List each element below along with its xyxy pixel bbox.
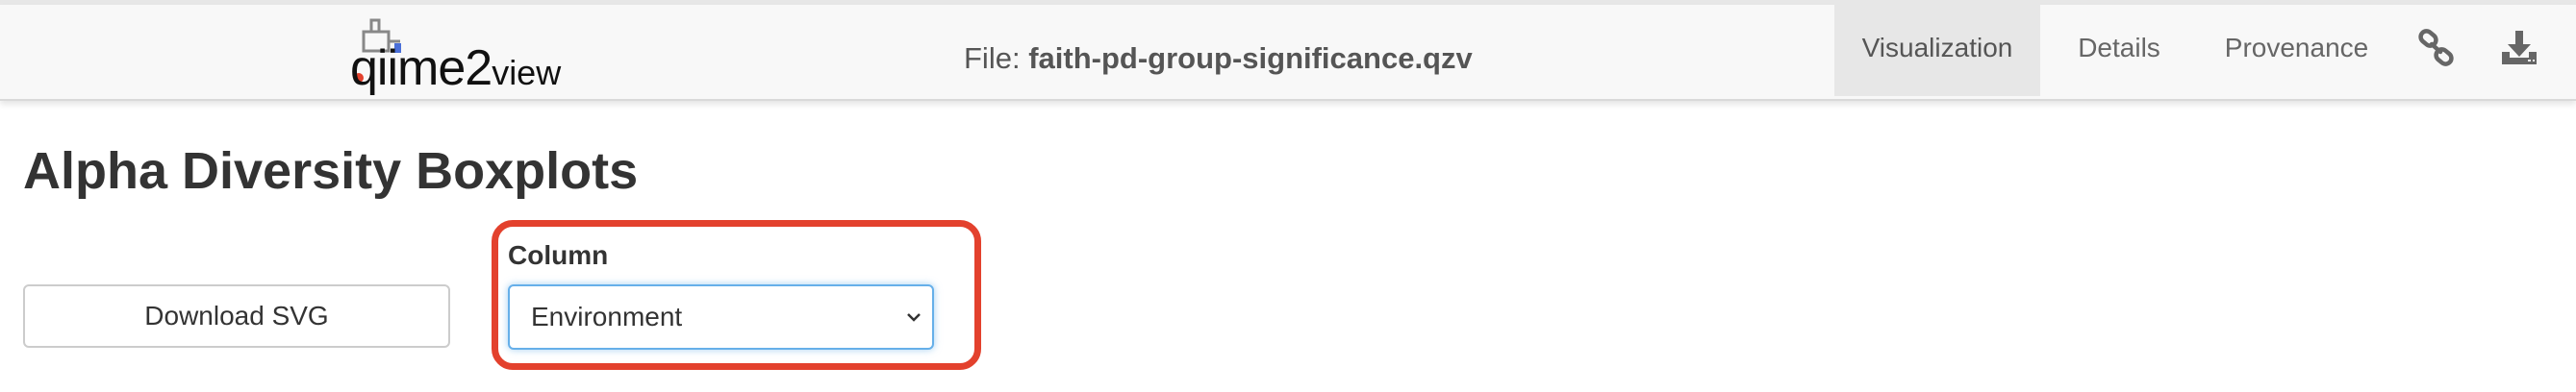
file-title: File: faith-pd-group-significance.qzv xyxy=(964,41,1473,76)
link-icon xyxy=(2418,29,2454,66)
page: qiime2view File: faith-pd-group-signific… xyxy=(0,0,2576,392)
tab-provenance[interactable]: Provenance xyxy=(2198,0,2395,96)
tab-visualization[interactable]: Visualization xyxy=(1834,0,2040,96)
column-select[interactable]: Environment xyxy=(508,284,934,350)
file-prefix: File: xyxy=(964,41,1029,75)
chevron-down-icon xyxy=(907,313,921,322)
file-name: faith-pd-group-significance.qzv xyxy=(1028,41,1473,75)
column-label: Column xyxy=(508,240,609,270)
navbar: qiime2view File: faith-pd-group-signific… xyxy=(0,0,2576,101)
column-select-value: Environment xyxy=(531,302,683,331)
tab-details[interactable]: Details xyxy=(2040,0,2198,96)
link-button[interactable] xyxy=(2395,0,2478,96)
download-button[interactable] xyxy=(2478,0,2561,96)
page-title: Alpha Diversity Boxplots xyxy=(23,142,639,200)
download-icon xyxy=(2502,31,2537,64)
logo-text: qiime2view xyxy=(350,40,562,96)
download-svg-button[interactable]: Download SVG xyxy=(23,284,450,348)
nav-menu: Visualization Details Provenance xyxy=(1834,0,2561,96)
qiime2-view-logo[interactable]: qiime2view xyxy=(346,14,606,99)
